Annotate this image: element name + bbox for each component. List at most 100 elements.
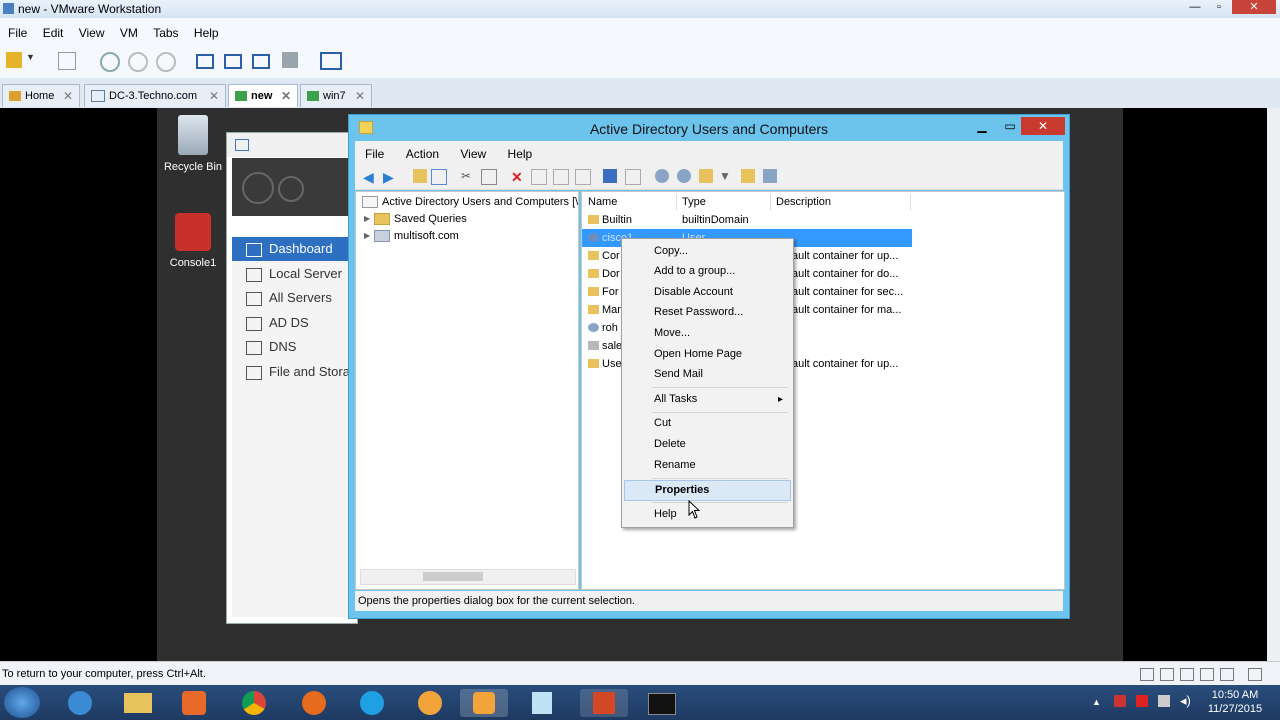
menu-item-reset-password[interactable]: Reset Password...	[622, 303, 793, 322]
menu-view[interactable]: View	[79, 26, 105, 40]
show-tree-icon[interactable]	[431, 169, 447, 185]
taskbar-firefox-icon[interactable]	[290, 689, 338, 717]
sidebar-item-file-storage[interactable]: File and Stora	[232, 360, 355, 384]
tree-saved-queries[interactable]: ▶ Saved Queries	[364, 211, 467, 227]
filter-icon[interactable]: ▼	[719, 169, 733, 183]
ad-menu-view[interactable]: View	[460, 147, 486, 161]
unity-icon[interactable]	[282, 52, 298, 68]
forward-arrow-icon[interactable]	[278, 176, 304, 202]
desktop-icon-recycle-bin[interactable]: Recycle Bin	[158, 115, 228, 173]
ad-menu-help[interactable]: Help	[508, 147, 533, 161]
new-group-icon[interactable]	[677, 169, 691, 183]
sidebar-item-local-server[interactable]: Local Server	[232, 262, 355, 286]
menu-item-help[interactable]: Help	[622, 505, 793, 524]
taskbar-cmd-icon[interactable]	[638, 689, 686, 717]
snapshot-icon[interactable]	[100, 52, 120, 72]
menu-item-delete[interactable]: Delete	[622, 435, 793, 454]
taskbar-app-icon[interactable]	[406, 689, 454, 717]
tray-power-icon[interactable]	[1158, 695, 1170, 707]
export-list-icon[interactable]	[575, 169, 591, 185]
sound-icon[interactable]	[1220, 668, 1234, 681]
message-log-icon[interactable]	[1248, 668, 1262, 681]
menu-item-disable-account[interactable]: Disable Account	[622, 283, 793, 302]
delete-icon[interactable]: ✕	[511, 169, 525, 185]
horizontal-scrollbar[interactable]	[360, 569, 576, 585]
tab-close-icon[interactable]: ✕	[281, 85, 291, 107]
tab-close-icon[interactable]: ✕	[63, 85, 73, 107]
up-folder-icon[interactable]	[413, 169, 427, 183]
menu-item-properties[interactable]: Properties	[624, 480, 791, 501]
send-ctrl-alt-del-icon[interactable]	[58, 52, 76, 70]
sidebar-item-dashboard[interactable]: Dashboard	[232, 237, 355, 261]
tray-arrow-icon[interactable]: ▲	[1092, 697, 1101, 707]
taskbar-chrome-icon[interactable]	[230, 689, 278, 717]
sidebar-item-ad-ds[interactable]: AD DS	[232, 311, 355, 335]
copy-icon[interactable]	[481, 169, 497, 185]
hdd-icon[interactable]	[1140, 668, 1154, 681]
column-name[interactable]: Name	[588, 194, 677, 210]
back-arrow-icon[interactable]: ◀	[363, 169, 377, 185]
sidebar-item-all-servers[interactable]: All Servers	[232, 286, 355, 310]
sidebar-item-dns[interactable]: DNS	[232, 335, 355, 359]
network-icon[interactable]	[1180, 668, 1194, 681]
desktop-icon-console1[interactable]: Console1	[158, 213, 228, 269]
taskbar-explorer-icon[interactable]	[114, 689, 162, 717]
tab-dc3[interactable]: DC-3.Techno.com ✕	[84, 84, 226, 107]
forward-arrow-icon[interactable]: ▶	[383, 169, 397, 185]
column-description[interactable]: Description	[776, 194, 911, 210]
revert-snapshot-icon[interactable]	[128, 52, 148, 72]
snapshot-manager-icon[interactable]	[156, 52, 176, 72]
ad-menu-action[interactable]: Action	[406, 147, 439, 161]
menu-item-add-to-group[interactable]: Add to a group...	[622, 262, 793, 281]
column-type[interactable]: Type	[682, 194, 771, 210]
taskbar-notepad-icon[interactable]	[518, 689, 566, 717]
menu-tabs[interactable]: Tabs	[153, 26, 178, 40]
console-icon[interactable]	[625, 169, 641, 185]
new-user-icon[interactable]	[655, 169, 669, 183]
tray-volume-icon[interactable]: ◂)	[1180, 693, 1191, 709]
thumbnail-bar-icon[interactable]	[224, 54, 242, 69]
taskbar-clock[interactable]: 10:50 AM 11/27/2015	[1200, 688, 1270, 716]
start-button-icon[interactable]	[4, 687, 40, 718]
back-arrow-icon[interactable]	[242, 172, 274, 204]
expand-icon[interactable]: ▶	[364, 211, 374, 227]
tab-new[interactable]: new ✕	[228, 84, 298, 107]
taskbar-skype-icon[interactable]	[348, 689, 396, 717]
tab-close-icon[interactable]: ✕	[355, 85, 365, 107]
properties-icon[interactable]	[531, 169, 547, 185]
tree-domain[interactable]: ▶ multisoft.com	[364, 228, 459, 244]
tab-win7[interactable]: win7 ✕	[300, 84, 372, 107]
list-item[interactable]: Builtin builtinDomain	[582, 211, 1062, 229]
printer-icon[interactable]	[1200, 668, 1214, 681]
help-icon[interactable]	[603, 169, 617, 183]
menu-item-send-mail[interactable]: Send Mail	[622, 365, 793, 384]
tab-home[interactable]: Home ✕	[2, 84, 80, 107]
menu-item-move[interactable]: Move...	[622, 324, 793, 343]
ad-close-button[interactable]: ✕	[1021, 117, 1065, 135]
tray-network-icon[interactable]	[1136, 695, 1148, 707]
scroll-thumb[interactable]	[423, 572, 483, 581]
menu-item-cut[interactable]: Cut	[622, 414, 793, 433]
menu-file[interactable]: File	[8, 26, 27, 40]
taskbar-vmware-icon[interactable]	[460, 689, 508, 717]
refresh-icon[interactable]	[553, 169, 569, 185]
taskbar-powerpoint-icon[interactable]	[580, 689, 628, 717]
full-screen-icon[interactable]	[252, 54, 270, 69]
taskbar-ie-icon[interactable]	[56, 689, 104, 717]
power-icon[interactable]	[6, 52, 22, 68]
find-icon[interactable]	[741, 169, 755, 183]
tab-close-icon[interactable]: ✕	[209, 85, 219, 107]
ad-minimize-button[interactable]: ▁	[969, 117, 995, 135]
maximize-button[interactable]: ▫	[1208, 0, 1230, 14]
show-library-icon[interactable]	[196, 54, 214, 69]
menu-item-open-home-page[interactable]: Open Home Page	[622, 345, 793, 364]
cut-icon[interactable]: ✂	[461, 169, 475, 183]
console-view-icon[interactable]	[320, 52, 342, 70]
new-ou-icon[interactable]	[699, 169, 713, 183]
taskbar-media-player-icon[interactable]	[170, 689, 218, 717]
chevron-down-icon[interactable]: ▼	[26, 52, 36, 68]
ad-menu-file[interactable]: File	[365, 147, 384, 161]
cdrom-icon[interactable]	[1160, 668, 1174, 681]
vertical-scrollbar[interactable]	[1267, 108, 1280, 661]
minimize-button[interactable]: —	[1184, 0, 1206, 14]
